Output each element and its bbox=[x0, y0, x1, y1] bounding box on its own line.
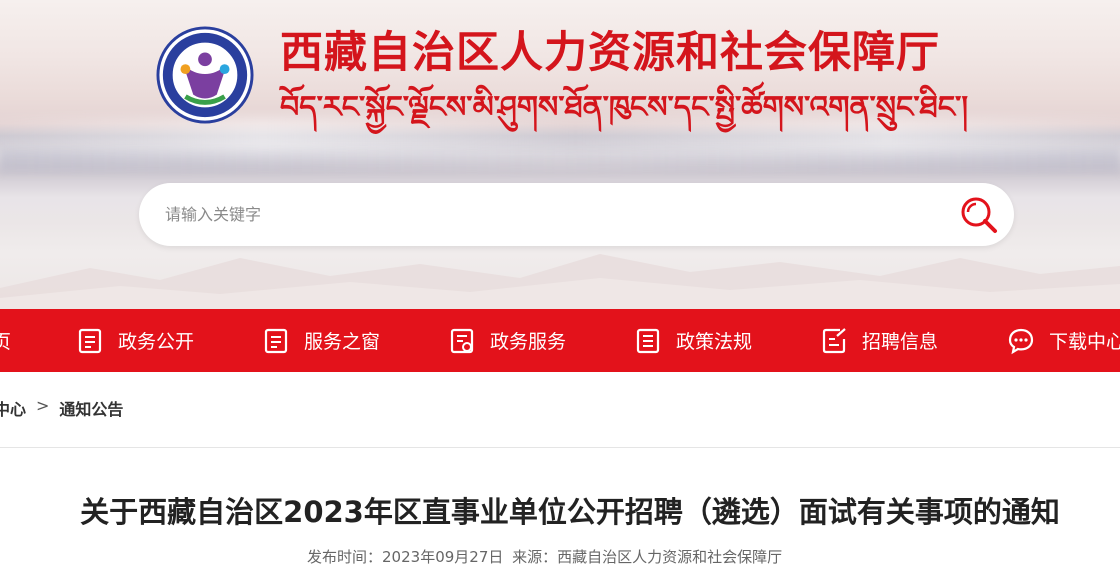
publish-date: 2023年09月27日 bbox=[382, 548, 504, 566]
main-nav: 页 政务公开 服务之窗 政务服务 政策法规 招聘信息 下载中心 bbox=[0, 309, 1120, 372]
nav-item-label: 下载中心 bbox=[1049, 331, 1120, 353]
divider bbox=[0, 447, 1120, 448]
breadcrumb-item-current[interactable]: 通知公告 bbox=[59, 396, 123, 420]
article-meta: 发布时间：2023年09月27日 来源：西藏自治区人力资源和社会保障厅 bbox=[307, 546, 786, 567]
site-title: 西藏自治区人力资源和社会保障厅 bbox=[280, 28, 940, 78]
nav-item-label: 页 bbox=[0, 331, 12, 353]
nav-item-policies[interactable]: 政策法规 bbox=[634, 309, 752, 372]
nav-item-recruitment[interactable]: 招聘信息 bbox=[820, 309, 938, 372]
nav-item-downloads[interactable]: 下载中心 bbox=[1007, 309, 1120, 372]
nav-item-government-services[interactable]: 政务服务 bbox=[448, 309, 566, 372]
nav-item-government-affairs[interactable]: 政务公开 bbox=[76, 309, 194, 372]
document-icon bbox=[78, 328, 102, 353]
breadcrumb-separator: > bbox=[36, 396, 50, 415]
source-value: 西藏自治区人力资源和社会保障厅 bbox=[557, 548, 783, 566]
edit-document-icon bbox=[822, 327, 846, 353]
nav-item-label: 服务之窗 bbox=[304, 331, 381, 353]
header-banner: 西藏自治区人力资源和社会保障厅 བོད་རང་སྐྱོང་ལྗོངས་མི་ཤུ… bbox=[0, 0, 1120, 309]
nav-item-label: 政务服务 bbox=[490, 331, 567, 353]
search-input[interactable] bbox=[165, 183, 925, 246]
document-list-icon bbox=[636, 328, 660, 353]
source-label: 来源： bbox=[512, 548, 558, 566]
article-title: 关于西藏自治区2023年区直事业单位公开招聘（遴选）面试有关事项的通知 bbox=[80, 495, 1060, 529]
publish-label: 发布时间： bbox=[307, 548, 383, 566]
chat-icon bbox=[1008, 328, 1034, 354]
nav-item-label: 招聘信息 bbox=[862, 331, 939, 353]
site-subtitle-tibetan: བོད་རང་སྐྱོང་ལྗོངས་མི་ཤུགས་ཐོན་ཁུངས་དང་ས… bbox=[280, 90, 969, 125]
nav-item-label: 政策法规 bbox=[676, 331, 753, 353]
nav-item-label: 政务公开 bbox=[118, 331, 195, 353]
breadcrumb-item[interactable]: 中心 bbox=[0, 396, 26, 420]
people-emblem-icon bbox=[156, 26, 254, 124]
search-icon[interactable] bbox=[957, 193, 1001, 237]
search-box bbox=[139, 183, 1014, 246]
checklist-icon bbox=[450, 328, 474, 353]
nav-item-service-window[interactable]: 服务之窗 bbox=[262, 309, 380, 372]
nav-item-home[interactable]: 页 bbox=[0, 309, 11, 372]
breadcrumb: 中心 > 通知公告 bbox=[0, 396, 1120, 448]
document-icon bbox=[264, 328, 288, 353]
